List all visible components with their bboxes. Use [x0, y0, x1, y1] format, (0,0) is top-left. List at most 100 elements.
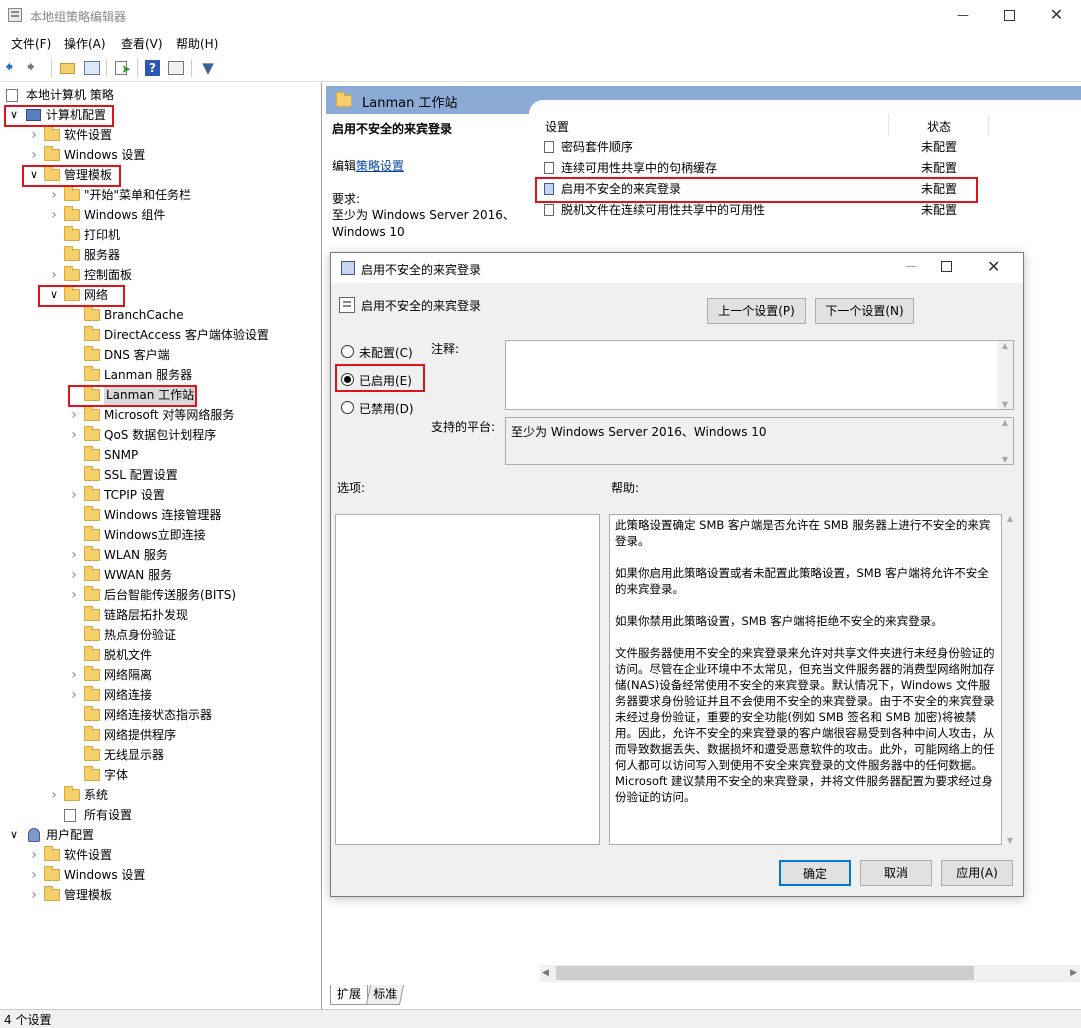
chevron-right-icon[interactable]: › — [48, 205, 60, 225]
tree-item-offline-files[interactable]: 脱机文件 — [0, 645, 320, 665]
tree-item-branchcache[interactable]: BranchCache — [0, 305, 320, 325]
tree-item-fonts[interactable]: 字体 — [0, 765, 320, 785]
tree-item-all-settings[interactable]: 所有设置 — [0, 805, 320, 825]
tree-item-control-panel[interactable]: › 控制面板 — [0, 265, 320, 285]
tree-item-dns-client[interactable]: DNS 客户端 — [0, 345, 320, 365]
tree-item-windows-connect-now[interactable]: Windows立即连接 — [0, 525, 320, 545]
help-paragraph: 如果你禁用此策略设置，SMB 客户端将拒绝不安全的来宾登录。 — [615, 614, 943, 628]
tree-item-qos[interactable]: › QoS 数据包计划程序 — [0, 425, 320, 445]
chevron-right-icon[interactable]: › — [28, 145, 40, 165]
tree-item-microsoft-p2p[interactable]: › Microsoft 对等网络服务 — [0, 405, 320, 425]
tree-item-network-connections[interactable]: › 网络连接 — [0, 685, 320, 705]
close-button[interactable]: ✕ — [1032, 0, 1081, 32]
menu-file[interactable]: 文件(F) — [11, 35, 51, 52]
chevron-right-icon[interactable]: › — [68, 485, 80, 505]
comment-textarea[interactable]: ▲ ▼ — [505, 340, 1014, 410]
tab-standard[interactable]: 标准 — [365, 985, 405, 1005]
chevron-right-icon[interactable]: › — [68, 425, 80, 445]
help-scrollbar[interactable]: ▲ ▼ — [1002, 514, 1018, 845]
policy-row[interactable]: 密码套件顺序 未配置 — [540, 137, 1080, 158]
chevron-right-icon[interactable]: › — [68, 685, 80, 705]
tree-item-ncsi[interactable]: 网络连接状态指示器 — [0, 705, 320, 725]
chevron-right-icon[interactable]: › — [68, 665, 80, 685]
chevron-right-icon[interactable]: › — [68, 545, 80, 565]
tree-item-wwan[interactable]: › WWAN 服务 — [0, 565, 320, 585]
tree-item-servers[interactable]: 服务器 — [0, 245, 320, 265]
ok-button[interactable]: 确定 — [779, 860, 851, 886]
tree-item-hotspot-auth[interactable]: 热点身份验证 — [0, 625, 320, 645]
tree-item-directaccess[interactable]: DirectAccess 客户端体验设置 — [0, 325, 320, 345]
tree-item-lltd[interactable]: 链路层拓扑发现 — [0, 605, 320, 625]
up-folder-icon[interactable] — [58, 58, 78, 78]
column-header-state[interactable]: 状态 — [927, 118, 951, 135]
tree-label: 所有设置 — [84, 808, 133, 822]
tree-item-user-admin-templates[interactable]: › 管理模板 — [0, 885, 320, 905]
tree-item-user-software-settings[interactable]: › 软件设置 — [0, 845, 320, 865]
filter-icon[interactable]: ▼ — [198, 58, 218, 78]
tree-item-network-isolation[interactable]: › 网络隔离 — [0, 665, 320, 685]
horizontal-scrollbar[interactable]: ◀ ▶ — [540, 965, 1080, 982]
tree-label: TCPIP 设置 — [104, 488, 165, 502]
dialog-maximize-button[interactable] — [941, 261, 952, 272]
tree-item-lanman-server[interactable]: Lanman 服务器 — [0, 365, 320, 385]
export-list-icon[interactable]: ➤ — [112, 58, 132, 78]
tree-item-tcpip[interactable]: › TCPIP 设置 — [0, 485, 320, 505]
cancel-button[interactable]: 取消 — [860, 860, 932, 886]
tree-item-bits[interactable]: › 后台智能传送服务(BITS) — [0, 585, 320, 605]
chevron-right-icon[interactable]: › — [28, 845, 40, 865]
maximize-button[interactable] — [986, 0, 1032, 32]
tree-label: 打印机 — [84, 228, 121, 242]
tree-item-wireless-display[interactable]: 无线显示器 — [0, 745, 320, 765]
column-header-setting[interactable]: 设置 — [545, 118, 569, 135]
policy-row[interactable]: 脱机文件在连续可用性共享中的可用性 未配置 — [540, 200, 1080, 221]
previous-setting-button[interactable]: 上一个设置(P) — [707, 298, 806, 324]
apply-button[interactable]: 应用(A) — [941, 860, 1013, 886]
tree-item-windows-connection-manager[interactable]: Windows 连接管理器 — [0, 505, 320, 525]
dialog-minimize-icon[interactable]: — — [901, 259, 921, 273]
tree-item-snmp[interactable]: SNMP — [0, 445, 320, 465]
chevron-right-icon[interactable]: › — [28, 885, 40, 905]
menu-help[interactable]: 帮助(H) — [176, 35, 218, 52]
tree-item-windows-components[interactable]: › Windows 组件 — [0, 205, 320, 225]
tree-item-windows-settings[interactable]: › Windows 设置 — [0, 145, 320, 165]
tree-item-user-config[interactable]: ∨ 用户配置 — [0, 825, 320, 845]
chevron-down-icon[interactable]: ∨ — [8, 825, 20, 845]
tree-item-system[interactable]: › 系统 — [0, 785, 320, 805]
menu-action[interactable]: 操作(A) — [64, 35, 106, 52]
policy-row[interactable]: 连续可用性共享中的句柄缓存 未配置 — [540, 158, 1080, 179]
chevron-right-icon[interactable]: › — [68, 405, 80, 425]
chevron-right-icon[interactable]: › — [48, 265, 60, 285]
folder-icon — [84, 626, 100, 641]
dialog-close-button[interactable]: ✕ — [987, 257, 1000, 276]
chevron-right-icon[interactable]: › — [48, 185, 60, 205]
tree-label: 网络连接状态指示器 — [104, 708, 213, 722]
back-arrow-icon[interactable]: 🠸 — [5, 58, 25, 78]
chevron-right-icon[interactable]: › — [28, 865, 40, 885]
properties-icon[interactable] — [166, 58, 186, 78]
tree-item-user-windows-settings[interactable]: › Windows 设置 — [0, 865, 320, 885]
help-icon[interactable]: ? — [143, 58, 163, 78]
chevron-right-icon[interactable]: › — [68, 565, 80, 585]
show-hide-tree-icon[interactable] — [82, 58, 102, 78]
tree-item-network-provider[interactable]: 网络提供程序 — [0, 725, 320, 745]
app-icon — [8, 8, 22, 22]
radio-disabled-label[interactable]: 已禁用(D) — [359, 400, 414, 417]
tree-item-wlan[interactable]: › WLAN 服务 — [0, 545, 320, 565]
menu-view[interactable]: 查看(V) — [121, 35, 163, 52]
chevron-right-icon[interactable]: › — [68, 585, 80, 605]
minimize-button[interactable]: — — [940, 0, 986, 32]
tab-extended[interactable]: 扩展 — [330, 985, 368, 1005]
tree-item-printers[interactable]: 打印机 — [0, 225, 320, 245]
radio-not-configured[interactable] — [341, 345, 354, 358]
forward-arrow-icon[interactable]: 🠺 — [27, 58, 47, 78]
platform-label: 支持的平台: — [431, 420, 496, 434]
edit-policy-link[interactable]: 策略设置 — [356, 159, 404, 173]
chevron-right-icon[interactable]: › — [28, 125, 40, 145]
tree-item-software-settings[interactable]: › 软件设置 — [0, 125, 320, 145]
tree-item-start-menu[interactable]: › "开始"菜单和任务栏 — [0, 185, 320, 205]
tree-item-ssl-config[interactable]: SSL 配置设置 — [0, 465, 320, 485]
radio-not-configured-label[interactable]: 未配置(C) — [359, 344, 413, 361]
next-setting-button[interactable]: 下一个设置(N) — [815, 298, 914, 324]
chevron-right-icon[interactable]: › — [48, 785, 60, 805]
radio-disabled[interactable] — [341, 401, 354, 414]
